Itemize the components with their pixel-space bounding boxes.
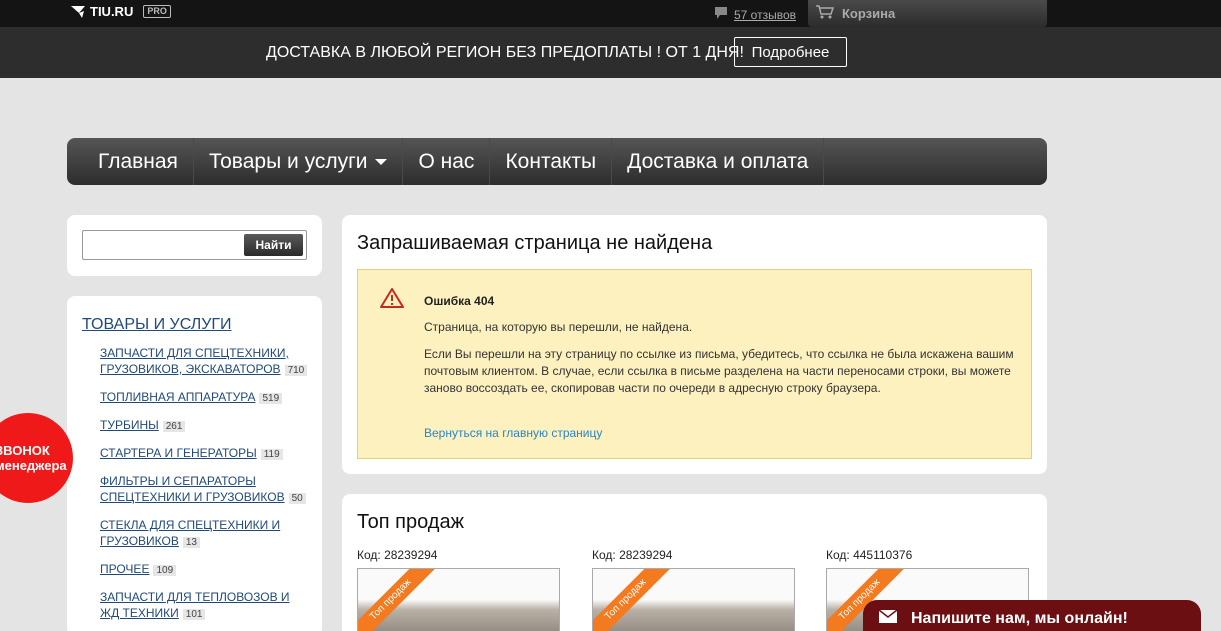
product-card[interactable]: Код: 28239294 Топ продаж (592, 548, 795, 631)
categories-card: ТОВАРЫ И УСЛУГИ ЗАПЧАСТИ ДЛЯ СПЕЦТЕХНИКИ… (67, 296, 322, 631)
search-input[interactable] (86, 234, 244, 256)
promo-banner: ДОСТАВКА В ЛЮБОЙ РЕГИОН БЕЗ ПРЕДОПЛАТЫ !… (0, 27, 1221, 78)
search-card: Найти (67, 215, 322, 276)
page-title: Запрашиваемая страница не найдена (357, 232, 713, 254)
category-link[interactable]: ТУРБИНЫ (100, 418, 159, 432)
error-alert: Ошибка 404 Страница, на которую вы переш… (357, 269, 1032, 459)
category-link[interactable]: ЗАПЧАСТИ ДЛЯ СПЕЦТЕХНИКИ, ГРУЗОВИКОВ, ЭК… (100, 346, 289, 376)
nav-item-products[interactable]: Товары и услуги (194, 138, 404, 185)
count-badge: 519 (259, 393, 283, 404)
category-link[interactable]: ПРОЧЕЕ (100, 562, 149, 576)
error-code: Ошибка 404 (424, 294, 495, 308)
error-message: Страница, на которую вы перешли, не найд… (424, 320, 693, 334)
callback-line2: менеджера (0, 458, 67, 473)
count-badge: 13 (182, 537, 200, 548)
speech-bubble-icon (714, 6, 728, 23)
cart-label: Корзина (842, 6, 896, 21)
product-image[interactable]: Топ продаж (357, 568, 560, 631)
site-logo[interactable]: TIU.RU PRO (70, 4, 171, 19)
product-code: Код: 445110376 (826, 548, 913, 562)
categories-title[interactable]: ТОВАРЫ И УСЛУГИ (82, 316, 232, 334)
top-sales-ribbon: Топ продаж (593, 569, 672, 631)
list-item: ТОПЛИВНАЯ АППАРАТУРА 519 (100, 389, 310, 407)
product-code: Код: 28239294 (357, 548, 438, 562)
nav-item-delivery[interactable]: Доставка и оплата (612, 138, 825, 185)
nav-label: О нас (418, 149, 475, 173)
nav-label: Контакты (505, 149, 597, 173)
more-info-button[interactable]: Подробнее (734, 37, 847, 67)
nav-label: Товары и услуги (208, 149, 368, 173)
count-badge: 261 (162, 421, 186, 432)
reviews-link[interactable]: 57 отзывов (734, 8, 796, 22)
nav-item-contacts[interactable]: Контакты (490, 138, 613, 185)
chat-label: Напишите нам, мы онлайн! (911, 610, 1128, 627)
top-sales-ribbon: Топ продаж (358, 569, 437, 631)
callback-line1: ЗВОНОК (0, 443, 50, 458)
product-card[interactable]: Код: 28239294 Топ продаж (357, 548, 560, 631)
nav-label: Доставка и оплата (627, 149, 809, 173)
list-item: ПРОЧЕЕ 109 (100, 561, 310, 579)
list-item: ФИЛЬТРЫ И СЕПАРАТОРЫ СПЕЦТЕХНИКИ И ГРУЗО… (100, 473, 310, 507)
logo-icon (70, 5, 86, 19)
chevron-down-icon (375, 158, 388, 165)
count-badge: 101 (182, 609, 206, 620)
top-sales-title: Топ продаж (357, 511, 464, 533)
product-image[interactable]: Топ продаж (592, 568, 795, 631)
count-badge: 109 (153, 565, 177, 576)
warning-icon (379, 287, 405, 314)
cart-button[interactable]: Корзина (808, 0, 1047, 27)
search-button[interactable]: Найти (244, 234, 303, 256)
home-link[interactable]: Вернуться на главную страницу (424, 426, 602, 440)
reviews: 57 отзывов (714, 6, 796, 23)
count-badge: 119 (260, 449, 283, 460)
count-badge: 50 (288, 493, 306, 504)
list-item: СТАРТЕРА И ГЕНЕРАТОРЫ 119 (100, 445, 310, 463)
error-details: Если Вы перешли на эту страницу по ссылк… (424, 347, 1014, 395)
list-item: ТУРБИНЫ 261 (100, 417, 310, 435)
list-item: ЗАПЧАСТИ ДЛЯ СПЕЦТЕХНИКИ, ГРУЗОВИКОВ, ЭК… (100, 345, 310, 379)
search-form: Найти (82, 230, 307, 260)
nav-item-about[interactable]: О нас (403, 138, 491, 185)
promo-text: ДОСТАВКА В ЛЮБОЙ РЕГИОН БЕЗ ПРЕДОПЛАТЫ !… (266, 44, 744, 61)
online-chat-button[interactable]: Напишите нам, мы онлайн! (863, 600, 1201, 631)
logo-text: TIU.RU (90, 4, 134, 19)
categories-list: ЗАПЧАСТИ ДЛЯ СПЕЦТЕХНИКИ, ГРУЗОВИКОВ, ЭК… (100, 345, 310, 631)
pro-badge: PRO (143, 5, 171, 18)
envelope-icon (878, 609, 898, 628)
product-code: Код: 28239294 (592, 548, 673, 562)
category-link[interactable]: СТАРТЕРА И ГЕНЕРАТОРЫ (100, 446, 257, 460)
cart-icon (816, 5, 835, 22)
error-card: Запрашиваемая страница не найдена Ошибка… (342, 215, 1047, 474)
list-item: СТЕКЛА ДЛЯ СПЕЦТЕХНИКИ И ГРУЗОВИКОВ 13 (100, 517, 310, 551)
category-link[interactable]: ФИЛЬТРЫ И СЕПАРАТОРЫ СПЕЦТЕХНИКИ И ГРУЗО… (100, 474, 285, 504)
count-badge: 710 (284, 365, 308, 376)
call-manager-button[interactable]: ЗВОНОК менеджера (0, 413, 73, 503)
category-link[interactable]: ТОПЛИВНАЯ АППАРАТУРА (100, 390, 255, 404)
nav-item-home[interactable]: Главная (67, 138, 194, 185)
nav-label: Главная (98, 149, 178, 173)
list-item: ЗАПЧАСТИ ДЛЯ ТЕПЛОВОЗОВ И ЖД ТЕХНИКИ 101 (100, 589, 310, 623)
main-nav: Главная Товары и услуги О нас Контакты Д… (67, 138, 1047, 185)
top-bar: TIU.RU PRO 57 отзывов Корзина (0, 0, 1221, 27)
